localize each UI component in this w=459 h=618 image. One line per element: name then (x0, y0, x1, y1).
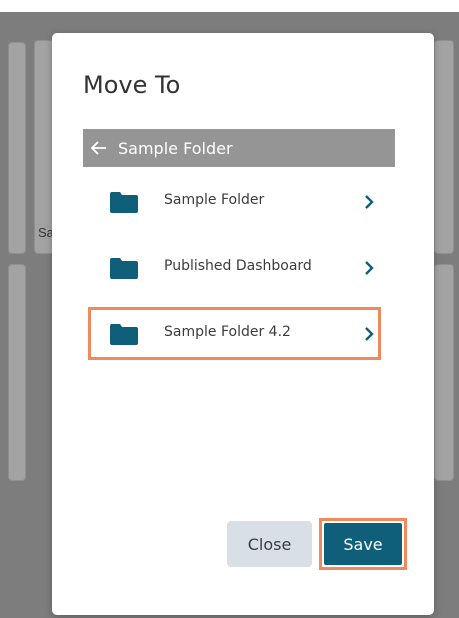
arrow-left-icon[interactable] (91, 141, 109, 155)
folder-row-published-dashboard[interactable]: Published Dashboard (83, 244, 395, 290)
breadcrumb-back[interactable]: Sample Folder (83, 129, 395, 167)
folder-label: Sample Folder (164, 192, 265, 208)
dialog-title: Move To (83, 71, 181, 99)
folder-row-sample-folder-4-2[interactable]: Sample Folder 4.2 (83, 310, 395, 356)
background-card (8, 42, 26, 254)
background-card (8, 264, 26, 481)
folder-icon (110, 258, 138, 279)
chevron-right-icon[interactable] (364, 194, 374, 210)
folder-label: Published Dashboard (164, 258, 312, 274)
chevron-right-icon[interactable] (364, 326, 374, 342)
close-button[interactable]: Close (227, 521, 312, 567)
folder-label: Sample Folder 4.2 (164, 324, 291, 340)
move-to-dialog: Move To Sample Folder Sample Folder Publ… (52, 33, 434, 615)
background-card: Sa (34, 40, 54, 254)
folder-row-sample-folder[interactable]: Sample Folder (83, 178, 395, 224)
chevron-right-icon[interactable] (364, 260, 374, 276)
background-card (434, 40, 454, 254)
folder-icon (110, 192, 138, 213)
background-card (434, 264, 454, 481)
folder-icon (110, 324, 138, 345)
save-button[interactable]: Save (324, 523, 402, 565)
breadcrumb-label: Sample Folder (118, 138, 233, 158)
